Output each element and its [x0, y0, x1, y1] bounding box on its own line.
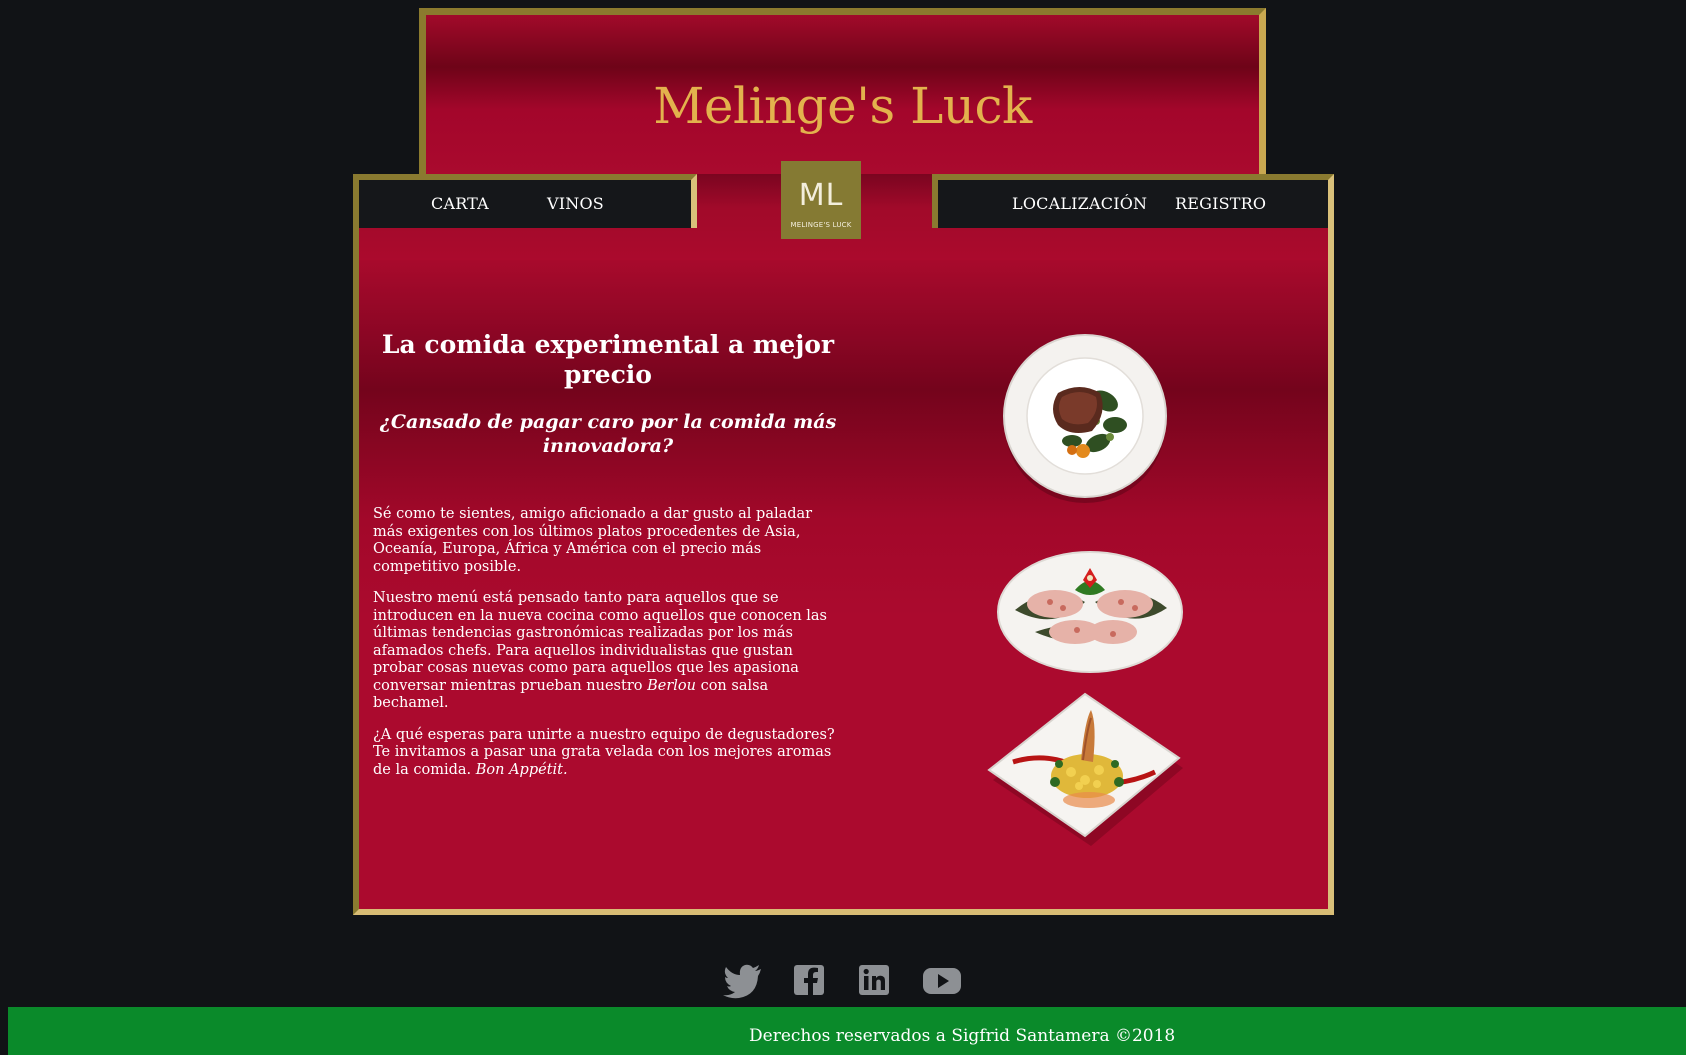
- paragraph-intro: Sé como te sientes, amigo aficionado a d…: [373, 506, 813, 575]
- paragraph-invite: ¿A qué esperas para unirte a nuestro equ…: [373, 727, 843, 780]
- footer: Derechos reservados a Sigfrid Santamera …: [8, 1007, 1686, 1055]
- nav-link-registro[interactable]: REGISTRO: [1175, 194, 1266, 213]
- paragraph-invite-text: ¿A qué esperas para unirte a nuestro equ…: [373, 726, 835, 778]
- oval-plate-tartare: [997, 551, 1183, 673]
- site-title: Melinge's Luck: [653, 77, 1032, 135]
- header-banner: Melinge's Luck: [419, 8, 1266, 178]
- linkedin-icon[interactable]: [854, 963, 894, 999]
- bon-appetit: Bon Appétit.: [475, 761, 568, 778]
- twitter-icon[interactable]: [723, 963, 763, 999]
- nav-left: CARTA VINOS: [353, 174, 697, 228]
- round-plate-steak: [1003, 334, 1167, 503]
- paragraph-menu: Nuestro menú está pensado tanto para aqu…: [373, 590, 843, 713]
- copyright-text: Derechos reservados a Sigfrid Santamera …: [749, 1026, 1176, 1046]
- nav-right: LOCALIZACIÓN REGISTRO: [932, 174, 1334, 228]
- logo-subtitle: MELINGE'S LUCK: [790, 221, 852, 229]
- logo[interactable]: ML MELINGE'S LUCK: [781, 161, 861, 239]
- nav-link-localizacion[interactable]: LOCALIZACIÓN: [1012, 194, 1147, 213]
- square-plate-seafood: [987, 692, 1183, 846]
- headline: La comida experimental a mejor precio: [381, 330, 835, 389]
- content-text: La comida experimental a mejor precio ¿C…: [373, 330, 843, 779]
- nav-link-vinos[interactable]: VINOS: [547, 194, 604, 213]
- nav-link-carta[interactable]: CARTA: [431, 194, 489, 213]
- logo-mark: ML: [798, 178, 844, 213]
- subheadline: ¿Cansado de pagar caro por la comida más…: [379, 411, 837, 457]
- facebook-icon[interactable]: [789, 963, 829, 999]
- dish-name-berlou: Berlou: [647, 677, 696, 694]
- youtube-icon[interactable]: [922, 963, 962, 999]
